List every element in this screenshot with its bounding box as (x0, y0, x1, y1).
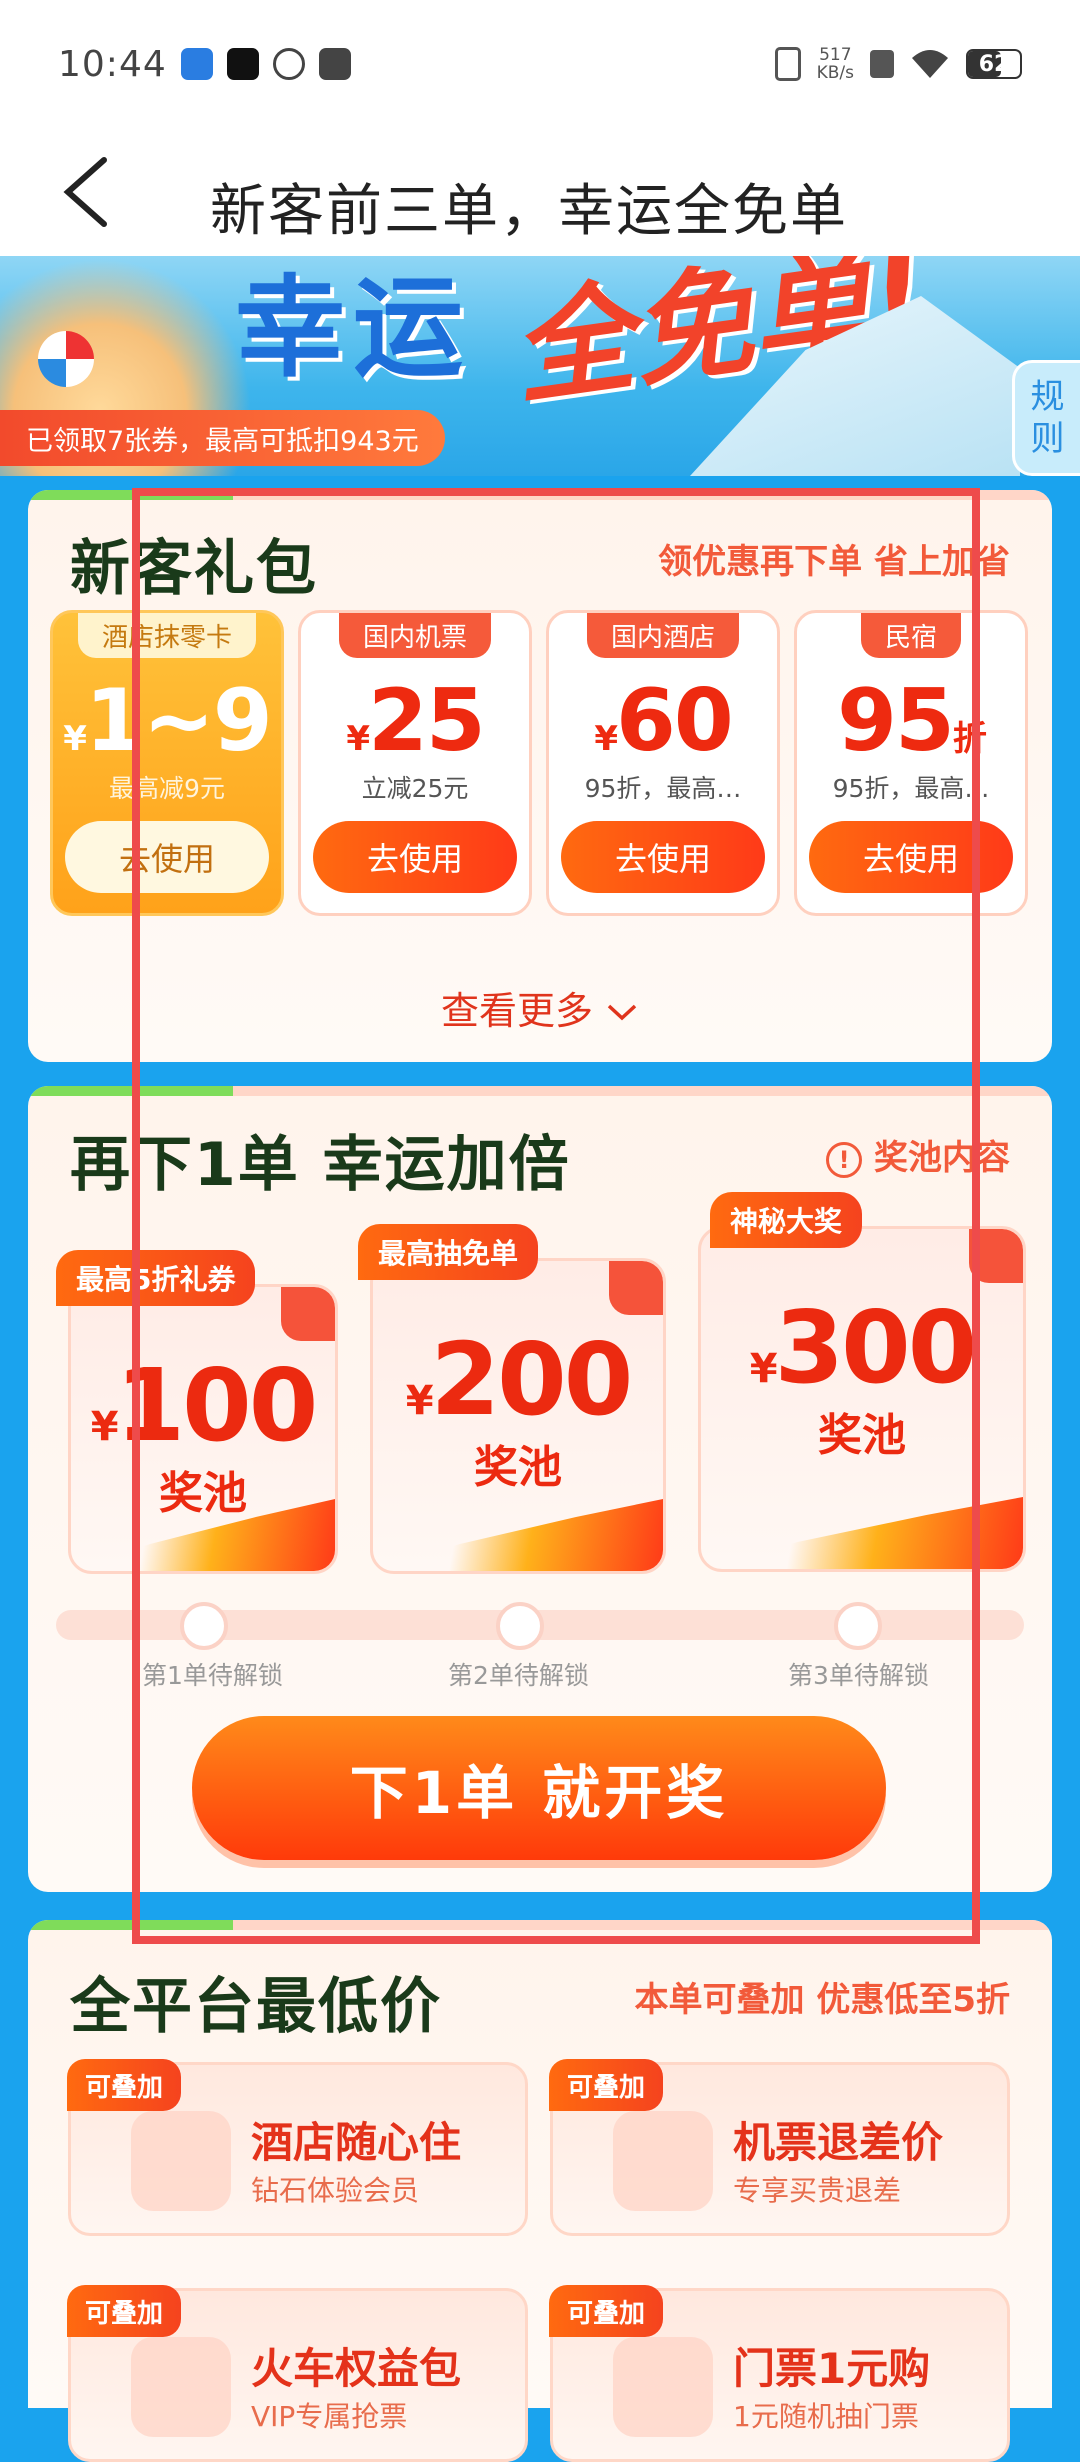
battery-level: 62 (978, 51, 1010, 77)
network-speed: 517 KB/s (817, 46, 854, 82)
page-title: 新客前三单，幸运全免单 (210, 179, 848, 244)
feature-flight[interactable]: 可叠加 机票退差价 专享买贵退差 (549, 2059, 1010, 2236)
feature-train[interactable]: 可叠加 火车权益包 VIP专属抢票 (67, 2285, 528, 2462)
pool-currency: ¥ (90, 1404, 119, 1450)
feature-title: 火车权益包 (251, 2344, 462, 2393)
link-icon (272, 48, 305, 80)
stackable-tag: 可叠加 (549, 2059, 664, 2111)
lowest-price-subtitle: 本单可叠加 优惠低至5折 (634, 1980, 1011, 2020)
feature-title: 门票1元购 (733, 2344, 931, 2393)
stackable-tag: 可叠加 (67, 2059, 182, 2111)
lowest-price-title: 全平台最低价 (70, 1972, 442, 2042)
feature-ticket[interactable]: 可叠加 门票1元购 1元随机抽门票 (549, 2285, 1010, 2462)
tiktok-icon (226, 48, 259, 80)
train-icon (131, 2337, 231, 2437)
coupon-summary-pill[interactable]: 已领取7张券，最高可抵扣943元 (0, 410, 445, 466)
ticket-icon (613, 2337, 713, 2437)
feature-subtitle: 钻石体验会员 (251, 2174, 420, 2207)
message-icon (318, 48, 351, 80)
app-notification-icon (180, 48, 213, 80)
feature-title: 机票退差价 (733, 2118, 944, 2167)
highlight-box (132, 488, 980, 1944)
banner-headline: 幸运 (235, 264, 471, 392)
feature-subtitle: 专享买贵退差 (733, 2174, 902, 2207)
speed-unit: KB/s (816, 63, 854, 83)
back-arrow-icon[interactable] (56, 154, 126, 230)
feature-title: 酒店随心住 (251, 2118, 462, 2167)
feature-hotel[interactable]: 可叠加 酒店随心住 钻石体验会员 (67, 2059, 528, 2236)
feature-subtitle: VIP专属抢票 (251, 2400, 408, 2433)
status-time: 10:44 (58, 43, 167, 85)
title-bar: 新客前三单，幸运全免单 (0, 128, 1080, 256)
stackable-tag: 可叠加 (549, 2285, 664, 2337)
rules-char-1: 规 (1030, 377, 1065, 417)
battery-indicator: 62 (966, 49, 1022, 79)
sim-off-icon (870, 50, 894, 78)
wifi-icon (912, 50, 948, 78)
stackable-tag: 可叠加 (67, 2285, 182, 2337)
feature-subtitle: 1元随机抽门票 (733, 2400, 919, 2433)
rules-char-2: 则 (1030, 419, 1065, 459)
beach-ball-icon (38, 331, 94, 387)
gift-currency: ¥ (63, 719, 87, 759)
airplane-icon (613, 2111, 713, 2211)
rules-tab[interactable]: 规 则 (1012, 360, 1080, 476)
status-bar: 10:44 517 KB/s 62 (0, 0, 1080, 128)
speed-value: 517 (819, 45, 852, 65)
vibrate-icon (774, 47, 801, 81)
shield-icon (131, 2111, 231, 2211)
